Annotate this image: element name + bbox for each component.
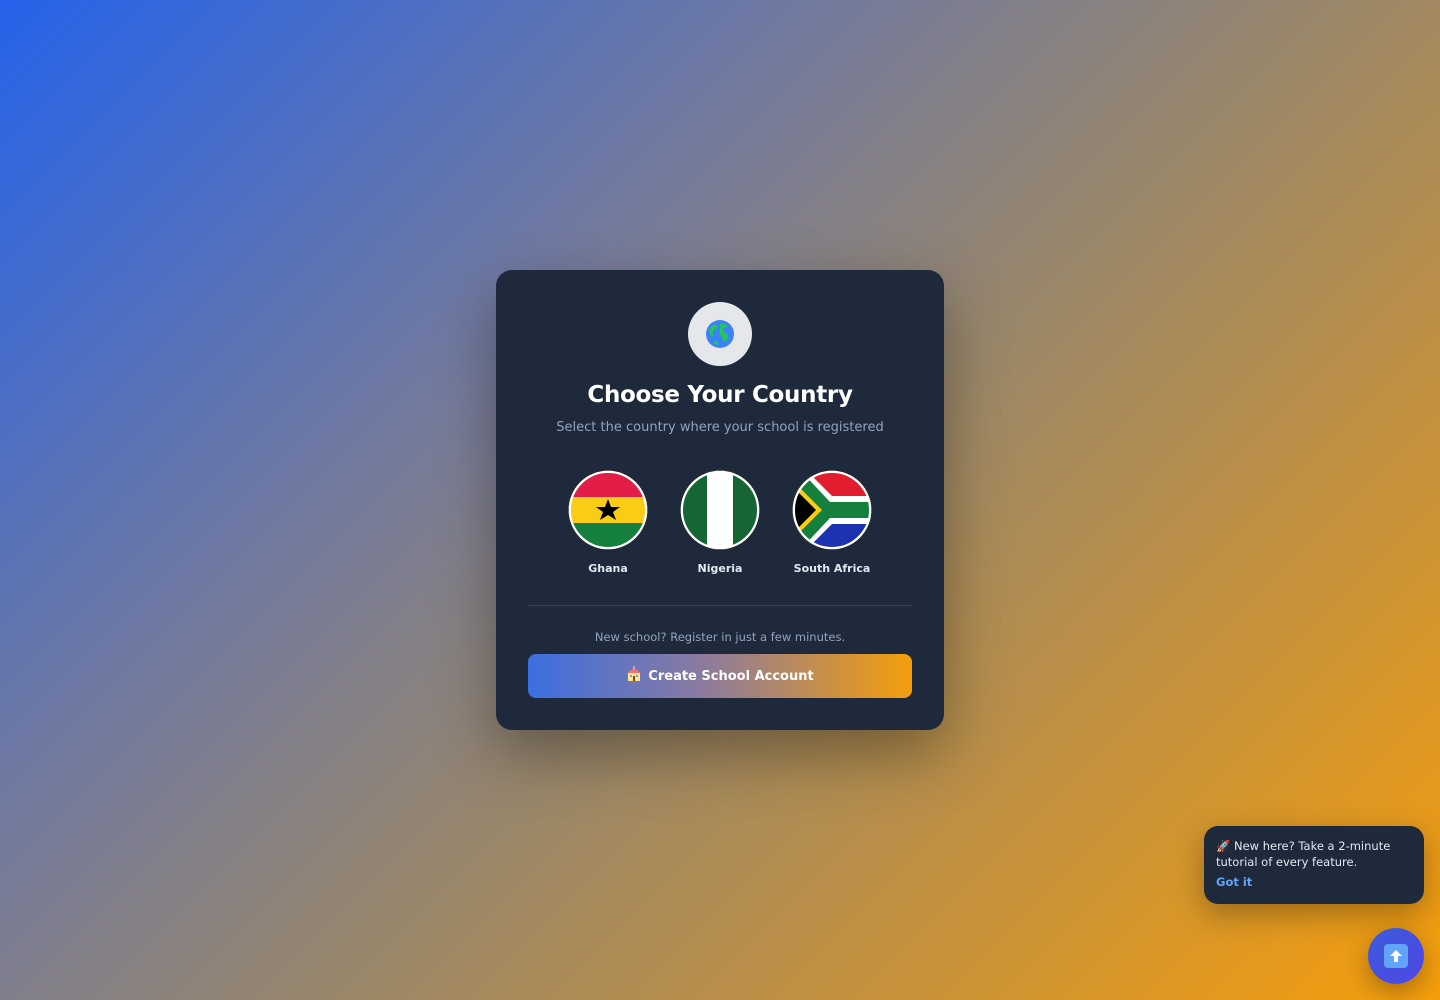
country-option-nigeria[interactable]: Nigeria [680,470,760,575]
south-africa-flag-icon [792,470,872,550]
rocket-icon: 🚀 [1216,839,1231,853]
got-it-link[interactable]: Got it [1216,874,1252,890]
country-label-nigeria: Nigeria [697,562,743,575]
country-option-south-africa[interactable]: South Africa [792,470,872,575]
page-subtitle: Select the country where your school is … [556,420,884,435]
globe-icon [688,302,752,366]
scroll-top-button[interactable] [1368,928,1424,984]
create-school-account-button[interactable]: Create School Account [528,654,912,698]
divider [528,605,912,606]
create-school-account-label: Create School Account [648,668,814,684]
ghana-flag-icon [568,470,648,550]
tutorial-toast: 🚀 New here? Take a 2-minute tutorial of … [1204,826,1424,904]
toast-message: New here? Take a 2-minute tutorial of ev… [1216,839,1391,869]
country-options: Ghana Nigeria South Africa [568,470,872,580]
page-title: Choose Your Country [587,382,853,408]
country-label-ghana: Ghana [588,562,628,575]
school-icon [626,666,642,686]
arrow-up-icon [1384,944,1408,968]
register-prompt: New school? Register in just a few minut… [594,630,846,644]
country-selection-card: Choose Your Country Select the country w… [496,270,944,730]
country-option-ghana[interactable]: Ghana [568,470,648,575]
country-label-south-africa: South Africa [793,562,871,575]
nigeria-flag-icon [680,470,760,550]
